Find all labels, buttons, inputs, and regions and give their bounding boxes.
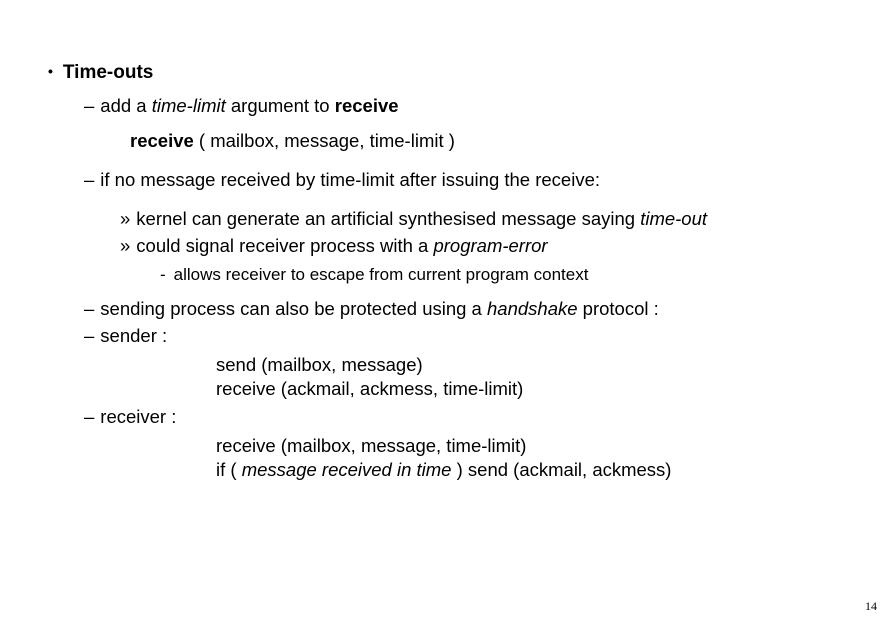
text-fragment: ( mailbox, message, time-limit ) (194, 130, 455, 151)
line-if-no-message: – if no message received by time-limit a… (84, 168, 851, 193)
italic-fragment: time-limit (152, 95, 226, 116)
dash-icon: – (84, 405, 94, 430)
italic-fragment: program-error (433, 235, 547, 256)
code-line: receive (ackmail, ackmess, time-limit) (216, 377, 851, 401)
sub-kernel-content: kernel can generate an artificial synthe… (136, 207, 707, 232)
text-fragment: receiver : (100, 405, 176, 430)
code-line: if ( message received in time ) send (ac… (216, 458, 851, 482)
text-fragment: could signal receiver process with a (136, 235, 433, 256)
text-fragment: sender : (100, 324, 167, 349)
line-add-content: add a time-limit argument to receive (100, 94, 398, 119)
sub-signal-content: could signal receiver process with a pro… (136, 234, 547, 259)
receive-signature: receive ( mailbox, message, time-limit ) (130, 129, 851, 154)
line-receiver-label: – receiver : (84, 405, 851, 430)
dash-icon: – (84, 297, 94, 322)
sender-code-block: send (mailbox, message) receive (ackmail… (216, 353, 851, 401)
code-line: send (mailbox, message) (216, 353, 851, 377)
sub-allows: - allows receiver to escape from current… (160, 264, 851, 287)
text-fragment: allows receiver to escape from current p… (174, 264, 589, 287)
line-sending-protected: – sending process can also be protected … (84, 297, 851, 322)
title-text: Time-outs (63, 60, 153, 86)
text-fragment: add a (100, 95, 151, 116)
italic-fragment: message received in time (242, 459, 452, 480)
title-bullet: • Time-outs (48, 60, 851, 86)
text-fragment: argument to (226, 95, 335, 116)
bold-fragment: receive (130, 130, 194, 151)
text-fragment: kernel can generate an artificial synthe… (136, 208, 640, 229)
line-sender-label: – sender : (84, 324, 851, 349)
bullet-dot-icon: • (48, 62, 53, 81)
text-fragment: if no message received by time-limit aft… (100, 168, 600, 193)
raquo-icon: » (120, 234, 130, 259)
receiver-code-block: receive (mailbox, message, time-limit) i… (216, 434, 851, 482)
code-line: receive (mailbox, message, time-limit) (216, 434, 851, 458)
line-sending-content: sending process can also be protected us… (100, 297, 658, 322)
slide-content: • Time-outs – add a time-limit argument … (0, 0, 891, 483)
dash-icon: – (84, 168, 94, 193)
text-fragment: ) send (ackmail, ackmess) (451, 459, 671, 480)
hyphen-icon: - (160, 264, 166, 287)
dash-icon: – (84, 94, 94, 119)
italic-fragment: handshake (487, 298, 578, 319)
sub-kernel: » kernel can generate an artificial synt… (120, 207, 851, 232)
dash-icon: – (84, 324, 94, 349)
sub-signal: » could signal receiver process with a p… (120, 234, 851, 259)
raquo-icon: » (120, 207, 130, 232)
bold-fragment: receive (335, 95, 399, 116)
italic-fragment: time-out (640, 208, 707, 229)
text-fragment: if ( (216, 459, 242, 480)
text-fragment: protocol : (578, 298, 659, 319)
text-fragment: sending process can also be protected us… (100, 298, 487, 319)
page-number: 14 (865, 599, 877, 614)
line-add-time-limit: – add a time-limit argument to receive (84, 94, 851, 119)
